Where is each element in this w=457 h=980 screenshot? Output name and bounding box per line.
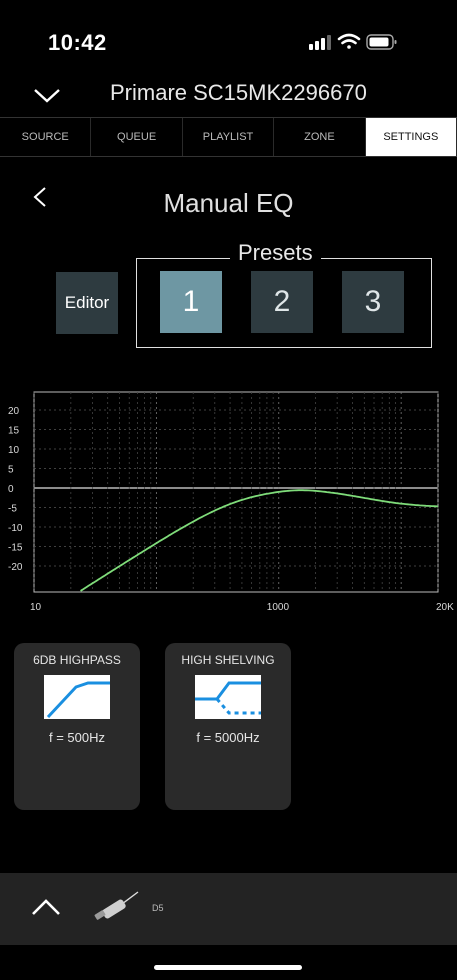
preset-2-button[interactable]: 2 <box>251 271 313 333</box>
y-tick-label: 0 <box>8 484 14 495</box>
collapse-chevron-icon[interactable] <box>32 86 62 106</box>
editor-button[interactable]: Editor <box>56 272 118 334</box>
y-tick-label: 5 <box>8 465 14 476</box>
battery-icon <box>366 34 397 50</box>
graph-grid <box>33 392 439 592</box>
status-bar: 10:42 <box>0 0 457 78</box>
wifi-icon <box>337 33 361 49</box>
expand-chevron-icon[interactable] <box>30 896 62 918</box>
digital-cable-icon <box>94 891 139 920</box>
now-playing-bar[interactable] <box>0 873 457 945</box>
y-tick-label: -5 <box>8 504 17 515</box>
y-tick-label: -15 <box>8 543 23 554</box>
filter-card-highpass[interactable]: 6DB HIGHPASS f = 500Hz <box>14 643 140 810</box>
preset-1-button[interactable]: 1 <box>160 271 222 333</box>
graph-frame <box>33 391 439 593</box>
tab-playlist[interactable]: PLAYLIST <box>183 118 275 156</box>
eq-response-graph: 20 15 10 5 0 -5 -10 -15 -20 10 1000 20K <box>8 391 454 613</box>
y-tick-label: -10 <box>8 523 23 534</box>
x-tick-label: 10 <box>30 602 42 613</box>
y-axis-labels: 20 15 10 5 0 -5 -10 -15 -20 <box>8 406 23 573</box>
y-tick-label: 15 <box>8 426 20 437</box>
y-tick-label: 20 <box>8 406 20 417</box>
tab-queue[interactable]: QUEUE <box>91 118 183 156</box>
filter-card-high-shelving[interactable]: HIGH SHELVING f = 5000Hz <box>165 643 291 810</box>
highpass-curve-icon <box>44 675 110 719</box>
page-title: Manual EQ <box>163 188 294 218</box>
filter-frequency: f = 500Hz <box>48 730 105 745</box>
home-indicator[interactable] <box>154 965 302 970</box>
tab-bar: SOURCE QUEUE PLAYLIST ZONE SETTINGS <box>0 117 457 157</box>
tab-zone[interactable]: ZONE <box>274 118 366 156</box>
preset-3-button[interactable]: 3 <box>342 271 404 333</box>
x-axis-labels: 10 1000 20K <box>30 602 454 613</box>
status-icons <box>309 33 397 50</box>
filter-frequency: f = 5000Hz <box>196 730 260 745</box>
status-time: 10:42 <box>48 30 107 55</box>
presets-label: Presets <box>230 240 321 266</box>
tab-source[interactable]: SOURCE <box>0 118 92 156</box>
y-tick-label: 10 <box>8 445 20 456</box>
filter-title: HIGH SHELVING <box>181 653 275 667</box>
cellular-signal-icon <box>309 35 331 50</box>
tab-settings[interactable]: SETTINGS <box>365 118 457 156</box>
x-tick-label: 20K <box>436 602 454 613</box>
filter-title: 6DB HIGHPASS <box>33 653 121 667</box>
high-shelving-curve-icon <box>195 675 261 719</box>
device-name: Primare SC15MK2296670 <box>110 80 367 105</box>
source-label: D5 <box>152 903 164 913</box>
eq-curve <box>80 489 439 592</box>
x-tick-label: 1000 <box>267 602 290 613</box>
y-tick-label: -20 <box>8 562 23 573</box>
